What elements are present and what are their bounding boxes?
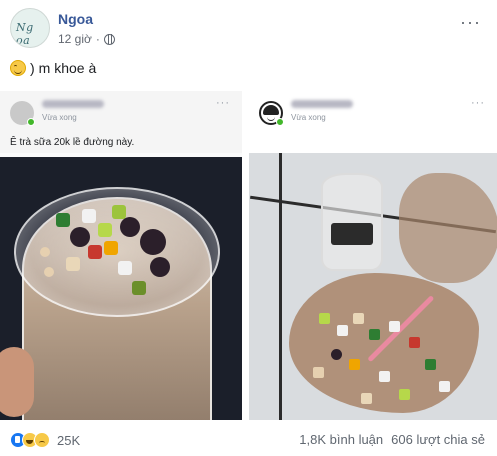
more-options-button[interactable]: ··· <box>460 12 481 33</box>
share-count-link[interactable]: 606 lượt chia sẻ <box>391 432 485 447</box>
online-status-icon <box>276 118 284 126</box>
cup-label <box>331 223 373 245</box>
jelly-topping <box>439 381 450 392</box>
post-text-paren: ) <box>30 60 35 76</box>
smiling-face-icon <box>10 60 26 76</box>
embedded-status: Vừa xong <box>291 113 326 122</box>
spilled-drink <box>399 173 497 283</box>
reaction-count: 25K <box>57 432 81 448</box>
jelly-topping <box>66 257 80 271</box>
jelly-topping <box>319 313 330 324</box>
online-status-icon <box>27 118 35 126</box>
jelly-topping <box>369 329 380 340</box>
jelly-topping <box>353 313 364 324</box>
photo-right[interactable]: Vừa xong ··· <box>249 91 497 420</box>
jelly-topping <box>118 261 132 275</box>
sad-reaction-icon <box>34 432 50 448</box>
reactions-summary[interactable]: 25K <box>10 432 80 448</box>
post-meta: 12 giờ · <box>58 32 115 46</box>
spilled-tea-photo <box>249 153 497 420</box>
comment-count-link[interactable]: 1,8K bình luận <box>299 432 383 447</box>
floor-tile-line <box>279 153 282 420</box>
embedded-post-header: Vừa xong ··· <box>249 91 497 153</box>
tapioca-pearl <box>70 227 90 247</box>
dot-separator: · <box>95 32 100 46</box>
post-header: Ng oa Ngoa 12 giờ · ··· <box>10 8 487 48</box>
hand <box>0 347 34 417</box>
post-photos[interactable]: Vừa xong ··· Ê trà sữa 20k lề đường này. <box>0 91 497 420</box>
embedded-menu-icon: ··· <box>471 97 485 109</box>
jelly-topping <box>409 337 420 348</box>
jelly-topping <box>56 213 70 227</box>
empty-cup <box>321 173 383 271</box>
embedded-status: Vừa xong <box>42 113 77 122</box>
blurred-name <box>42 100 104 108</box>
author-name[interactable]: Ngoa <box>58 11 93 27</box>
tapioca-pearl <box>140 229 166 255</box>
jelly-topping <box>132 281 146 295</box>
jelly-topping <box>399 389 410 400</box>
tapioca-pearl <box>150 257 170 277</box>
bubble-tea-photo <box>0 157 242 420</box>
blurred-name <box>291 100 353 108</box>
embedded-menu-icon: ··· <box>216 97 230 109</box>
jelly-topping <box>349 359 360 370</box>
jelly-topping <box>379 371 390 382</box>
jelly-topping <box>389 321 400 332</box>
jelly-topping <box>40 247 50 257</box>
author-avatar[interactable]: Ng oa <box>10 8 50 48</box>
avatar-lettering: Ng oa <box>16 21 34 47</box>
jelly-topping <box>425 359 436 370</box>
globe-icon[interactable] <box>103 33 115 45</box>
post-footer: 25K 1,8K bình luận 606 lượt chia sẻ <box>0 420 497 456</box>
embedded-post-header: Vừa xong ··· Ê trà sữa 20k lề đường này. <box>0 91 242 153</box>
tapioca-pearl <box>120 217 140 237</box>
jelly-topping <box>361 393 372 404</box>
jelly-topping <box>313 367 324 378</box>
jelly-topping <box>337 325 348 336</box>
reaction-icons <box>10 432 50 448</box>
jelly-topping <box>98 223 112 237</box>
tapioca-pearl <box>331 349 342 360</box>
jelly-topping <box>104 241 118 255</box>
post-timestamp[interactable]: 12 giờ <box>58 32 92 46</box>
photo-left[interactable]: Vừa xong ··· Ê trà sữa 20k lề đường này. <box>0 91 245 420</box>
jelly-topping <box>112 205 126 219</box>
engagement-stats: 1,8K bình luận 606 lượt chia sẻ <box>299 432 485 447</box>
embedded-caption: Ê trà sữa 20k lề đường này. <box>10 137 135 148</box>
post-message: m khoe à <box>38 60 97 76</box>
post-text: ) m khoe à <box>10 60 96 76</box>
jelly-topping <box>82 209 96 223</box>
jelly-topping <box>44 267 54 277</box>
jelly-topping <box>88 245 102 259</box>
